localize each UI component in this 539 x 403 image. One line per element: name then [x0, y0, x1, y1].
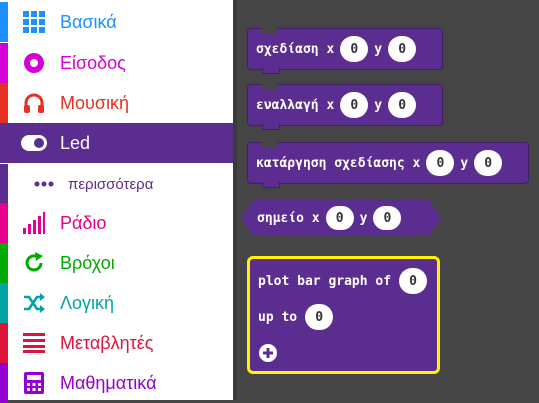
- category-label: Βρόχοι: [60, 252, 115, 273]
- point-block[interactable]: σημείο x 0 y 0: [241, 200, 441, 236]
- plot-block[interactable]: σχεδίαση x 0 y 0: [247, 28, 443, 74]
- list-icon: [20, 329, 48, 357]
- category-label: περισσότερα: [68, 175, 154, 193]
- block-notch: [262, 28, 278, 33]
- block-notch: [262, 124, 280, 130]
- category-label: Led: [60, 132, 91, 153]
- y-label: y: [374, 41, 383, 57]
- block-notch: [262, 182, 280, 188]
- block-text: σημείο x: [257, 210, 320, 226]
- more-dots-icon: [30, 170, 58, 198]
- x-input[interactable]: 0: [340, 36, 369, 62]
- category-math[interactable]: Μαθηματικά: [0, 363, 233, 403]
- x-input[interactable]: 0: [340, 92, 369, 118]
- y-label: y: [374, 97, 383, 113]
- y-label: y: [359, 210, 368, 226]
- up-to-input[interactable]: 0: [305, 304, 334, 330]
- radio-target-icon: [20, 49, 48, 77]
- category-logic[interactable]: Λογική: [0, 283, 233, 323]
- headphones-icon: [20, 89, 48, 117]
- y-input[interactable]: 0: [474, 150, 503, 176]
- toolbox-sidebar: Βασικά Είσοδος Μουσική Led περισσότερα Ρ…: [0, 0, 233, 403]
- category-label: Λογική: [60, 292, 115, 313]
- block-notch: [262, 84, 278, 89]
- block-text: εναλλαγή x: [256, 97, 335, 113]
- category-variables[interactable]: Μεταβλητές: [0, 323, 233, 363]
- category-led[interactable]: Led: [0, 123, 233, 163]
- plot-bar-graph-block[interactable]: plot bar graph of 0 up to 0: [247, 256, 440, 374]
- toggle-block[interactable]: εναλλαγή x 0 y 0: [247, 84, 443, 130]
- category-input[interactable]: Είσοδος: [0, 43, 233, 83]
- grid-icon: [20, 8, 48, 36]
- y-input[interactable]: 0: [388, 36, 417, 62]
- up-to-label: up to: [258, 309, 298, 325]
- category-basic[interactable]: Βασικά: [0, 2, 233, 42]
- x-input[interactable]: 0: [426, 150, 455, 176]
- x-input[interactable]: 0: [326, 206, 354, 230]
- shuffle-icon: [20, 289, 48, 317]
- block-notch: [262, 68, 280, 74]
- category-label: Βασικά: [60, 11, 117, 32]
- signal-bars-icon: [20, 209, 48, 237]
- unplot-block[interactable]: κατάργηση σχεδίασης x 0 y 0: [247, 142, 529, 188]
- value-input[interactable]: 0: [399, 268, 428, 294]
- category-label: Μαθηματικά: [60, 372, 157, 393]
- block-text: σχεδίαση x: [256, 41, 335, 57]
- calculator-icon: [20, 369, 48, 397]
- block-notch: [262, 142, 278, 147]
- flyout-divider: [233, 0, 237, 400]
- y-input[interactable]: 0: [388, 92, 417, 118]
- plus-icon[interactable]: [258, 343, 278, 363]
- category-music[interactable]: Μουσική: [0, 83, 233, 123]
- block-text: plot bar graph of: [258, 273, 392, 289]
- y-label: y: [460, 155, 469, 171]
- toggle-icon: [20, 129, 48, 157]
- category-loops[interactable]: Βρόχοι: [0, 243, 233, 283]
- category-label: Ράδιο: [60, 212, 107, 233]
- category-radio[interactable]: Ράδιο: [0, 203, 233, 243]
- category-label: Μεταβλητές: [60, 332, 154, 353]
- y-input[interactable]: 0: [373, 206, 401, 230]
- bar-graph-row: plot bar graph of 0: [258, 268, 433, 294]
- block-text: κατάργηση σχεδίασης x: [256, 155, 421, 171]
- refresh-icon: [20, 249, 48, 277]
- up-to-row: up to 0: [258, 304, 339, 330]
- category-led-more[interactable]: περισσότερα: [0, 164, 233, 204]
- category-label: Είσοδος: [60, 52, 126, 73]
- category-label: Μουσική: [60, 92, 129, 113]
